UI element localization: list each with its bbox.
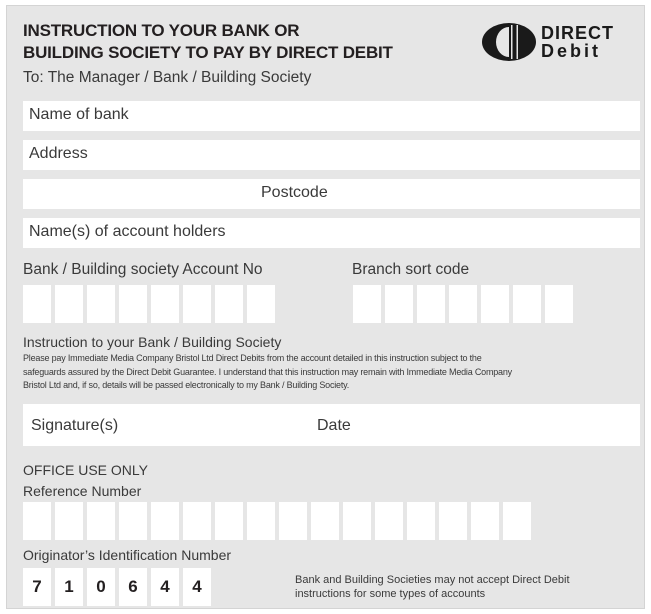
instruction-heading: Instruction to your Bank / Building Soci…	[23, 334, 282, 350]
reference-digit-box[interactable]	[183, 502, 211, 540]
account-no-label: Bank / Building society Account No	[23, 261, 263, 278]
sort-code-boxes	[353, 285, 573, 323]
sort-code-label: Branch sort code	[352, 261, 470, 278]
instruction-line-1: Please pay Immediate Media Company Brist…	[23, 353, 482, 363]
name-of-bank-field[interactable]: Name of bank	[23, 101, 640, 131]
account-number-digit-box[interactable]	[119, 285, 147, 323]
reference-digit-box[interactable]	[279, 502, 307, 540]
reference-digit-box[interactable]	[343, 502, 371, 540]
reference-digit-box[interactable]	[215, 502, 243, 540]
reference-digit-box[interactable]	[151, 502, 179, 540]
originator-digit: 4	[183, 568, 211, 606]
reference-number-boxes	[23, 502, 531, 540]
account-holders-label: Name(s) of account holders	[29, 223, 226, 240]
title-line-1: INSTRUCTION TO YOUR BANK OR	[23, 21, 300, 40]
account-number-boxes	[23, 285, 275, 323]
date-label: Date	[317, 417, 351, 434]
originator-digit: 4	[151, 568, 179, 606]
reference-digit-box[interactable]	[471, 502, 499, 540]
sort-code-digit-box[interactable]	[545, 285, 573, 323]
direct-debit-logo-icon	[482, 23, 536, 61]
account-number-digit-box[interactable]	[215, 285, 243, 323]
reference-digit-box[interactable]	[407, 502, 435, 540]
originator-digit: 6	[119, 568, 147, 606]
account-number-digit-box[interactable]	[247, 285, 275, 323]
sort-code-digit-box[interactable]	[481, 285, 509, 323]
sort-code-digit-box[interactable]	[513, 285, 541, 323]
to-line: To: The Manager / Bank / Building Societ…	[23, 69, 312, 86]
signature-date-field[interactable]: Signature(s) Date	[23, 404, 640, 446]
reference-digit-box[interactable]	[87, 502, 115, 540]
reference-digit-box[interactable]	[119, 502, 147, 540]
account-number-digit-box[interactable]	[183, 285, 211, 323]
account-number-digit-box[interactable]	[87, 285, 115, 323]
bank-acceptance-notice: Bank and Building Societies may not acce…	[295, 573, 615, 601]
logo-word-debit: Debit	[541, 41, 601, 61]
originator-id-boxes: 7 1 0 6 4 4	[23, 568, 211, 606]
reference-digit-box[interactable]	[311, 502, 339, 540]
direct-debit-form: INSTRUCTION TO YOUR BANK OR BUILDING SOC…	[6, 5, 645, 609]
originator-id-label: Originator’s Identification Number	[23, 547, 232, 563]
reference-digit-box[interactable]	[503, 502, 531, 540]
sort-code-digit-box[interactable]	[353, 285, 381, 323]
address-label: Address	[29, 145, 88, 162]
notice-line-2: instructions for some types of accounts	[295, 588, 486, 600]
instruction-line-3: Bristol Ltd and, if so, details will be …	[23, 380, 350, 390]
account-holders-field[interactable]: Name(s) of account holders	[23, 218, 640, 248]
logo-word-direct: DIRECT	[541, 23, 614, 43]
sort-code-digit-box[interactable]	[449, 285, 477, 323]
reference-digit-box[interactable]	[247, 502, 275, 540]
originator-digit: 7	[23, 568, 51, 606]
address-field[interactable]: Address	[23, 140, 640, 170]
postcode-field[interactable]: Postcode	[23, 179, 640, 209]
sort-code-digit-box[interactable]	[385, 285, 413, 323]
reference-digit-box[interactable]	[439, 502, 467, 540]
name-of-bank-label: Name of bank	[29, 106, 129, 123]
account-number-digit-box[interactable]	[151, 285, 179, 323]
reference-digit-box[interactable]	[55, 502, 83, 540]
notice-line-1: Bank and Building Societies may not acce…	[295, 574, 570, 586]
form-title: INSTRUCTION TO YOUR BANK OR BUILDING SOC…	[23, 20, 443, 64]
account-number-digit-box[interactable]	[55, 285, 83, 323]
signature-label: Signature(s)	[31, 417, 119, 434]
reference-digit-box[interactable]	[375, 502, 403, 540]
reference-digit-box[interactable]	[23, 502, 51, 540]
direct-debit-logo: DIRECT Debit	[481, 22, 631, 62]
account-number-digit-box[interactable]	[23, 285, 51, 323]
sort-code-digit-box[interactable]	[417, 285, 445, 323]
originator-digit: 1	[55, 568, 83, 606]
reference-number-label: Reference Number	[23, 483, 142, 499]
title-line-2: BUILDING SOCIETY TO PAY BY DIRECT DEBIT	[23, 43, 393, 62]
instruction-body: Please pay Immediate Media Company Brist…	[23, 352, 635, 393]
postcode-label: Postcode	[261, 184, 328, 201]
office-use-label: OFFICE USE ONLY	[23, 462, 148, 478]
originator-digit: 0	[87, 568, 115, 606]
instruction-line-2: safeguards assured by the Direct Debit G…	[23, 366, 512, 377]
